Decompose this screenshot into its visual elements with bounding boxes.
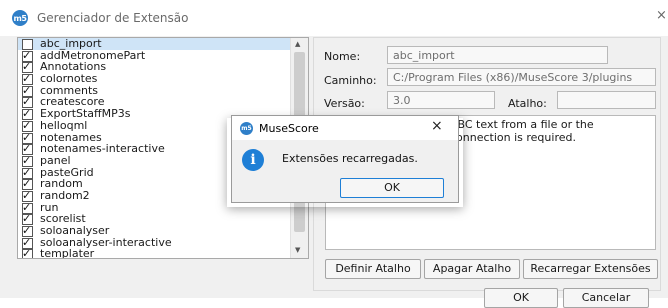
plugin-list-item[interactable]: templater bbox=[18, 248, 290, 258]
dialog-ok-button[interactable]: OK bbox=[340, 178, 444, 198]
define-shortcut-button[interactable]: Definir Atalho bbox=[325, 259, 421, 279]
checkbox-icon[interactable] bbox=[22, 249, 33, 258]
dialog-close-icon[interactable]: × bbox=[431, 118, 443, 134]
dialog-body: i Extensões recarregadas. OK bbox=[232, 140, 458, 202]
reload-message-dialog: m5 MuseScore × i Extensões recarregadas.… bbox=[231, 115, 459, 203]
window-titlebar: m5 Gerenciador de Extensão × bbox=[0, 0, 668, 36]
window-close-icon[interactable]: × bbox=[656, 8, 667, 23]
version-label: Versão: bbox=[324, 97, 365, 110]
scroll-up-arrow-icon[interactable]: ▲ bbox=[295, 40, 300, 48]
reload-plugins-button[interactable]: Recarregar Extensões bbox=[523, 259, 658, 279]
musescore-logo-icon: m5 bbox=[240, 122, 253, 135]
name-label: Nome: bbox=[324, 50, 361, 63]
path-label: Caminho: bbox=[324, 74, 377, 87]
version-field[interactable]: 3.0 bbox=[387, 91, 495, 109]
cancel-button[interactable]: Cancelar bbox=[563, 288, 649, 308]
shortcut-field[interactable] bbox=[557, 91, 656, 109]
window-title: Gerenciador de Extensão bbox=[37, 11, 189, 25]
musescore-logo-icon: m5 bbox=[12, 10, 28, 26]
shortcut-label: Atalho: bbox=[508, 97, 547, 110]
ok-button[interactable]: OK bbox=[484, 288, 558, 308]
name-field[interactable]: abc_import bbox=[387, 46, 608, 64]
clear-shortcut-button[interactable]: Apagar Atalho bbox=[424, 259, 520, 279]
path-field[interactable]: C:/Program Files (x86)/MuseScore 3/plugi… bbox=[387, 68, 656, 86]
dialog-title: MuseScore bbox=[259, 122, 319, 135]
scroll-down-arrow-icon[interactable]: ▼ bbox=[295, 246, 300, 254]
dialog-message: Extensões recarregadas. bbox=[282, 152, 418, 165]
info-icon: i bbox=[242, 149, 264, 171]
plugin-name: templater bbox=[40, 247, 95, 258]
